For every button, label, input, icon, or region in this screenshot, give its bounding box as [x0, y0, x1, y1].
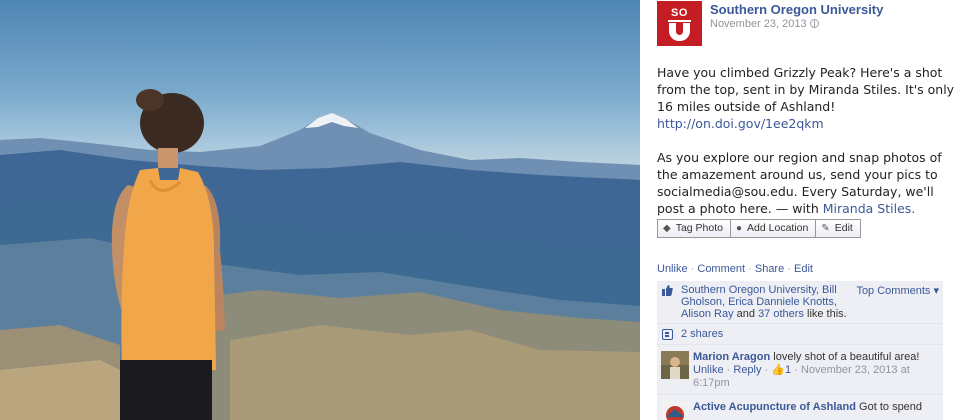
separator: ·: [748, 263, 752, 275]
top-comments-dropdown[interactable]: Top Comments ▾: [856, 285, 939, 297]
comment-link[interactable]: Comment: [697, 263, 745, 275]
edit-photo-button[interactable]: ✎ Edit: [815, 219, 861, 238]
tag-photo-label: Tag Photo: [675, 222, 723, 234]
photo-actions: ◆ Tag Photo ● Add Location ✎ Edit: [657, 219, 861, 238]
separator: ·: [764, 364, 769, 376]
feedback-box: Top Comments ▾ Southern Oregon Universit…: [657, 281, 943, 420]
comment-likes[interactable]: 👍1: [771, 364, 791, 376]
comment-meta: Unlike · Reply · 👍1 · November 23, 2013 …: [693, 364, 939, 390]
post-photo[interactable]: [0, 0, 640, 420]
add-location-label: Add Location: [747, 222, 809, 234]
page-name-link[interactable]: Southern Oregon University: [710, 2, 883, 17]
comment-like-count: 1: [785, 364, 792, 376]
logo-bar: [668, 20, 691, 22]
share-link[interactable]: Share: [755, 263, 784, 275]
post-side-panel: SO Southern Oregon University November 2…: [640, 0, 960, 420]
caption-link[interactable]: http://on.doi.gov/1ee2qkm: [657, 116, 824, 131]
location-pin-icon: ●: [736, 223, 743, 234]
likes-suffix: like this.: [807, 308, 847, 320]
thumbs-up-icon: [662, 285, 673, 296]
comment-author[interactable]: Marion Aragon: [693, 351, 770, 363]
comment-reply-link[interactable]: Reply: [733, 364, 761, 376]
comment-author[interactable]: Active Acupuncture of Ashland: [693, 401, 856, 413]
comment-unlike-link[interactable]: Unlike: [693, 364, 724, 376]
logo-text: SO: [671, 7, 688, 19]
tag-icon: ◆: [663, 223, 671, 234]
separator: ·: [794, 364, 798, 376]
unlike-link[interactable]: Unlike: [657, 263, 688, 275]
post-header: SO Southern Oregon University November 2…: [657, 1, 953, 47]
separator: ·: [690, 263, 695, 275]
comment-body: Marion Aragon lovely shot of a beautiful…: [693, 351, 939, 364]
post-timestamp[interactable]: November 23, 2013: [710, 18, 819, 30]
photo-scene: [0, 89, 640, 420]
tagged-person-link[interactable]: Miranda Stiles.: [823, 201, 916, 216]
shares-row[interactable]: 2 shares: [657, 324, 943, 345]
shares-count: 2 shares: [681, 328, 724, 340]
page-logo[interactable]: SO: [657, 1, 702, 46]
post-date-text: November 23, 2013: [710, 18, 807, 30]
small-thumbs-up-icon: 👍: [771, 364, 785, 376]
comment-text: Got to spend: [859, 401, 923, 413]
likes-text: Southern Oregon University, Bill Gholson…: [681, 284, 861, 320]
likes-and: and: [736, 308, 755, 320]
comment-item: Active Acupuncture of Ashland Got to spe…: [657, 395, 943, 420]
comment-item: Marion Aragon lovely shot of a beautiful…: [657, 345, 943, 395]
globe-icon: [809, 19, 819, 28]
edit-photo-label: Edit: [834, 222, 853, 234]
comment-timestamp[interactable]: November 23, 2013 at 6:17pm: [693, 364, 910, 389]
edit-post-link[interactable]: Edit: [794, 263, 813, 275]
avatar[interactable]: [661, 401, 689, 420]
tag-photo-button[interactable]: ◆ Tag Photo: [657, 219, 730, 238]
comment-body: Active Acupuncture of Ashland Got to spe…: [693, 401, 939, 414]
others-link[interactable]: 37 others: [758, 308, 804, 320]
separator: ·: [726, 364, 731, 376]
pencil-icon: ✎: [821, 223, 830, 234]
share-icon: [662, 329, 673, 340]
separator: ·: [787, 263, 791, 275]
logo-mark: [669, 23, 690, 41]
avatar[interactable]: [661, 351, 689, 379]
add-location-button[interactable]: ● Add Location: [730, 219, 816, 238]
caption-paragraph-2: As you explore our region and snap photo…: [657, 149, 957, 217]
caption-paragraph-1: Have you climbed Grizzly Peak? Here's a …: [657, 64, 957, 132]
post-actions: Unlike · Comment · Share · Edit: [657, 263, 813, 275]
caption-text-1: Have you climbed Grizzly Peak? Here's a …: [657, 65, 955, 114]
post-caption: Have you climbed Grizzly Peak? Here's a …: [657, 64, 957, 234]
comment-text: lovely shot of a beautiful area!: [773, 351, 920, 363]
likes-row: Top Comments ▾ Southern Oregon Universit…: [657, 281, 943, 324]
